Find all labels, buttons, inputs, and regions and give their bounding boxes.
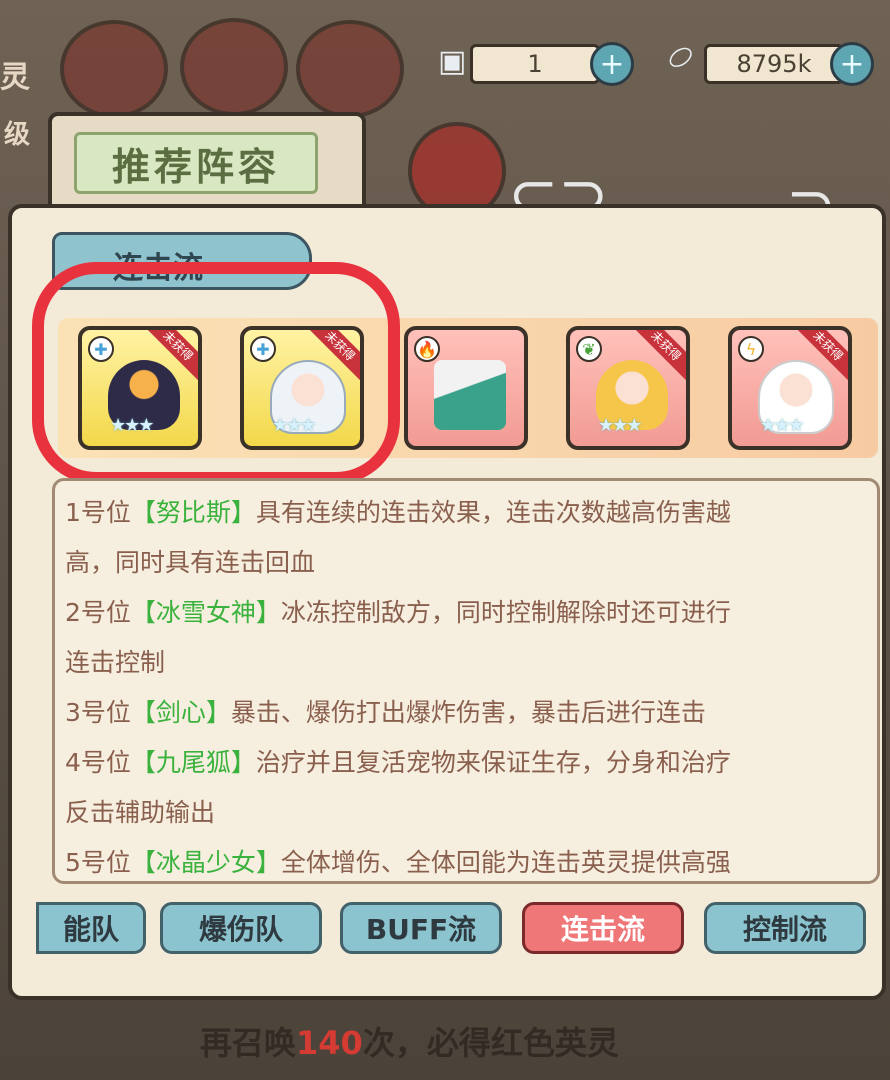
ticket-counter: 1 xyxy=(470,44,600,84)
hero-slot-4[interactable]: ❦ 未获得 ★★★ xyxy=(566,326,690,450)
desc-line-6: 4号位【九尾狐】治疗并且复活宠物来保证生存，分身和治疗 xyxy=(65,748,731,777)
desc-line-2: 高，同时具有连击回血 xyxy=(65,548,316,577)
summon-pity-message: 再召唤140次，必得红色英灵 xyxy=(200,1024,619,1062)
add-currency-button[interactable]: + xyxy=(830,42,874,86)
desc-line-4: 连击控制 xyxy=(65,648,166,677)
tab-control-flow[interactable]: 控制流 xyxy=(704,902,866,954)
desc-line-5: 3号位【剑心】暴击、爆伤打出爆炸伤害，暴击后进行连击 xyxy=(65,698,706,727)
add-ticket-button[interactable]: + xyxy=(590,42,634,86)
bg-menu-icon-3 xyxy=(296,20,404,118)
lineup-description[interactable]: 1号位【努比斯】具有连续的连击效果，连击次数越高伤害越 高，同时具有连击回血 2… xyxy=(52,478,880,884)
desc-line-3: 2号位【冰雪女神】冰冻控制敌方，同时控制解除时还可进行 xyxy=(65,598,731,627)
fire-icon: 🔥 xyxy=(414,336,440,362)
lightning-icon: ϟ xyxy=(738,336,764,362)
hero-stars: ★★★ xyxy=(760,415,804,436)
left-partial-text: 灵 xyxy=(0,60,30,95)
hero-stars: ★★★ xyxy=(598,415,642,436)
leaf-icon: ❦ xyxy=(576,336,602,362)
tab-buff-flow[interactable]: BUFF流 xyxy=(340,902,502,954)
ribbon-title: 推荐阵容 xyxy=(74,132,318,194)
desc-line-7: 反击辅助输出 xyxy=(65,798,216,827)
ticket-icon: ▣ xyxy=(438,44,467,79)
tab-energy-team[interactable]: 能队 xyxy=(36,902,146,954)
desc-line-8: 5号位【冰晶少女】全体增伤、全体回能为连击英灵提供高强 xyxy=(65,848,731,877)
hero-slot-3[interactable]: 🔥 xyxy=(404,326,528,450)
side-partial-text: 级 xyxy=(4,120,31,150)
desc-line-1: 1号位【努比斯】具有连续的连击效果，连击次数越高伤害越 xyxy=(65,498,731,527)
tab-combo-flow[interactable]: 连击流 xyxy=(522,902,684,954)
bg-menu-icon-1 xyxy=(60,20,168,118)
bg-menu-icon-2 xyxy=(180,18,288,116)
hero-slot-5[interactable]: ϟ 未获得 ★★★ xyxy=(728,326,852,450)
highlight-circle-annotation xyxy=(32,262,400,484)
currency-counter: 8795k xyxy=(704,44,844,84)
tab-crit-damage-team[interactable]: 爆伤队 xyxy=(160,902,322,954)
hero-portrait-sword-heart xyxy=(434,360,506,430)
